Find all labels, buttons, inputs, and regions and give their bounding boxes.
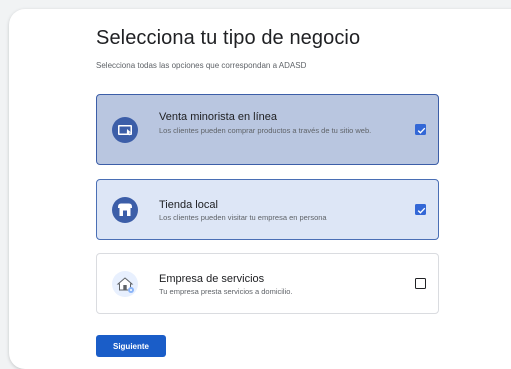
option-description: Los clientes pueden comprar productos a … [159,126,372,135]
option-local-store[interactable]: Tienda local Los clientes pueden visitar… [96,179,439,240]
online-store-icon [111,116,139,144]
option-description: Tu empresa presta servicios a domicilio. [159,287,293,296]
page-subtitle: Selecciona todas las opciones que corres… [96,61,307,70]
checkmark-icon [417,207,426,214]
option-online-retail[interactable]: Venta minorista en línea Los clientes pu… [96,94,439,165]
home-service-icon [111,270,139,298]
option-title: Tienda local [159,199,218,211]
option-checkbox[interactable] [415,278,426,289]
option-checkbox[interactable] [415,204,426,215]
page-title: Selecciona tu tipo de negocio [96,27,361,49]
storefront-icon [111,196,139,224]
next-button[interactable]: Siguiente [96,335,166,357]
option-service-business[interactable]: Empresa de servicios Tu empresa presta s… [96,253,439,314]
option-title: Empresa de servicios [159,273,265,285]
option-title: Venta minorista en línea [159,111,278,123]
checkmark-icon [417,127,426,134]
option-description: Los clientes pueden visitar tu empresa e… [159,213,327,222]
option-checkbox[interactable] [415,124,426,135]
